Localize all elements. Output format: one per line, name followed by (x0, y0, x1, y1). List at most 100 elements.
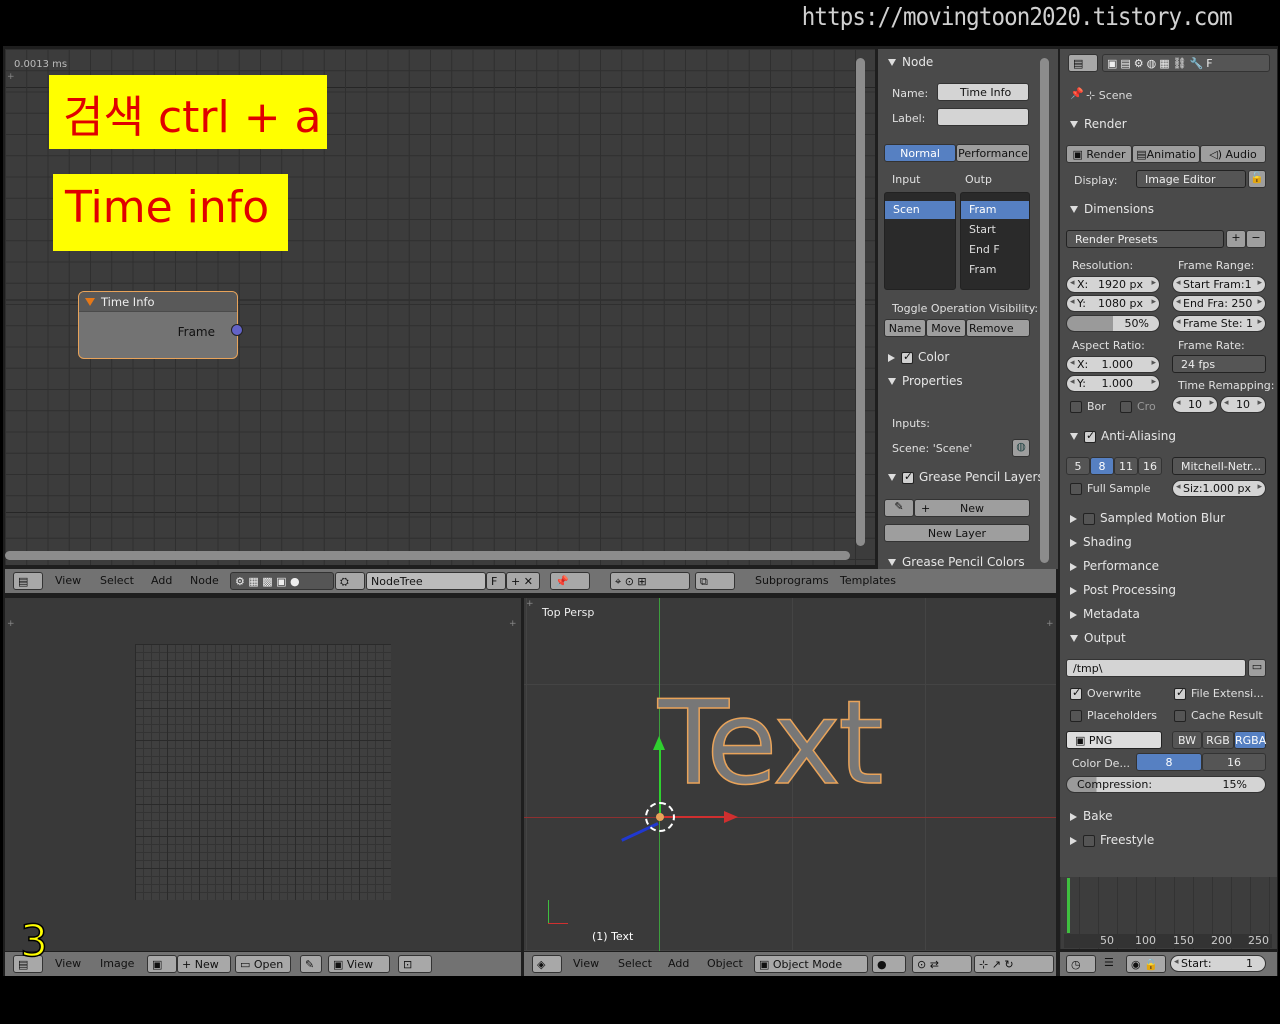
node-name-field[interactable]: Time Info (937, 83, 1029, 101)
image-browse-icon[interactable]: ▣ (147, 955, 177, 973)
node-header[interactable]: Time Info (79, 292, 237, 312)
editor-type-icon[interactable]: ▤ (1068, 54, 1098, 72)
aa-samples-8[interactable]: 8 (1090, 457, 1114, 475)
gizmo-x-arrowhead-icon[interactable] (724, 811, 738, 823)
menu-add[interactable]: Add (151, 574, 172, 587)
pivot-manipulator-icon[interactable]: ⊙ ⇄ (912, 955, 972, 973)
3d-viewport[interactable]: Top Persp Text (1) Text + + (524, 598, 1056, 951)
menu-image[interactable]: Image (100, 957, 134, 970)
display-dropdown[interactable]: Image Editor (1136, 170, 1246, 188)
frame-step-field[interactable]: ◂ Frame Ste: 1 ▸ (1172, 315, 1266, 332)
mode-normal-button[interactable]: Normal (884, 144, 956, 162)
area-corner-icon[interactable]: + (1046, 620, 1054, 629)
freestyle-panel-header[interactable]: Freestyle (1060, 833, 1220, 853)
node-label-field[interactable] (937, 108, 1029, 126)
open-image-button[interactable]: ▭ Open (235, 955, 291, 973)
anti-aliasing-panel-header[interactable]: Anti-Aliasing (1060, 429, 1220, 449)
shading-panel-header[interactable]: Shading (1060, 535, 1220, 555)
node-tree-name-field[interactable]: NodeTree (366, 572, 486, 590)
list-item[interactable]: Scen (885, 201, 955, 219)
render-audio-button[interactable]: ◁) Audio (1200, 145, 1266, 163)
tree-type-buttons[interactable]: ⚙ ▦ ▩ ▣ ● (230, 572, 334, 590)
area-corner-icon[interactable]: + (526, 600, 534, 609)
aspect-y-field[interactable]: ◂ Y: 1.000 ▸ (1066, 375, 1160, 392)
input-sockets-list[interactable]: Scen (884, 192, 956, 290)
aa-samples-5[interactable]: 5 (1066, 457, 1090, 475)
bake-panel-header[interactable]: Bake (1060, 809, 1220, 829)
cache-result-checkbox[interactable]: Cache Result (1174, 709, 1263, 722)
new-grease-button[interactable]: + New (914, 499, 1030, 517)
freestyle-checkbox[interactable] (1083, 834, 1095, 847)
list-item[interactable]: Start (961, 221, 996, 239)
node-tree-icon[interactable]: ⛭ (335, 572, 365, 590)
start-frame-field[interactable]: ◂ Start Fram:1 ▸ (1172, 276, 1266, 293)
time-info-node[interactable]: Time Info Frame (78, 291, 238, 359)
menu-subprograms[interactable]: Subprograms (755, 574, 829, 587)
menu-templates[interactable]: Templates (840, 574, 896, 587)
output-path-field[interactable]: /tmp\ (1066, 659, 1246, 677)
metadata-panel-header[interactable]: Metadata (1060, 607, 1220, 627)
menu-add[interactable]: Add (668, 957, 689, 970)
performance-panel-header[interactable]: Performance (1060, 559, 1220, 579)
resolution-percentage-slider[interactable]: 50% (1066, 315, 1160, 332)
folder-browse-icon[interactable]: ▭ (1248, 659, 1266, 677)
output-sockets-list[interactable]: Fram Start End F Fram (960, 192, 1030, 290)
list-item[interactable]: End F (961, 241, 1000, 259)
border-checkbox[interactable]: Bor (1070, 400, 1106, 413)
pin-icon[interactable]: ✎ (300, 955, 322, 973)
sidebar-scrollbar[interactable] (1040, 58, 1049, 563)
copy-paste-icon[interactable]: ⧉ (695, 572, 735, 590)
list-item[interactable]: Fram (961, 201, 1029, 219)
toggle-name-button[interactable]: Name (884, 319, 926, 337)
view-mode-dropdown[interactable]: ▣ View (328, 955, 390, 973)
frame-output-socket[interactable] (231, 324, 243, 336)
pin-icon[interactable]: 📌 (550, 572, 590, 590)
output-panel-header[interactable]: Output (1060, 631, 1220, 651)
render-presets-dropdown[interactable]: Render Presets (1066, 230, 1224, 248)
node-editor-vscrollbar[interactable] (856, 58, 865, 546)
area-corner-icon[interactable]: + (7, 620, 15, 629)
scene-globe-icon[interactable]: ◍ (1012, 439, 1030, 457)
mode-performance-button[interactable]: Performance (956, 144, 1030, 162)
render-button[interactable]: ▣ Render (1066, 145, 1132, 163)
mode-dropdown[interactable]: ▣ Object Mode (754, 955, 868, 973)
aa-size-field[interactable]: ◂ Siz:1.000 px ▸ (1172, 480, 1266, 497)
node-editor-hscrollbar[interactable] (5, 551, 850, 560)
add-preset-icon[interactable]: + (1226, 230, 1246, 248)
text-object[interactable]: Text (657, 685, 884, 803)
aspect-x-field[interactable]: ◂ X: 1.000 ▸ (1066, 356, 1160, 373)
menu-view[interactable]: View (573, 957, 599, 970)
motion-blur-checkbox[interactable] (1083, 512, 1095, 525)
properties-section-header[interactable]: Properties (878, 374, 1038, 394)
menu-select[interactable]: Select (618, 957, 652, 970)
color-checkbox[interactable] (901, 350, 913, 364)
file-format-dropdown[interactable]: ▣ PNG (1066, 731, 1162, 749)
node-section-header[interactable]: Node (878, 55, 1038, 75)
resolution-y-field[interactable]: ◂ Y: 1080 px ▸ (1066, 295, 1160, 312)
grease-pencil-layers-header[interactable]: Grease Pencil Layers (878, 470, 1048, 490)
area-corner-icon[interactable]: + (509, 620, 517, 629)
render-panel-header[interactable]: Render (1060, 117, 1220, 137)
area-corner-icon[interactable]: + (7, 73, 15, 82)
pivot-icon[interactable]: ⊡ (398, 955, 432, 973)
toggle-remove-button[interactable]: Remove (966, 319, 1030, 337)
resolution-x-field[interactable]: ◂ X: 1920 px ▸ (1066, 276, 1160, 293)
editor-type-icon[interactable]: ◈ (532, 955, 562, 973)
new-layer-button[interactable]: New Layer (884, 524, 1030, 542)
editor-type-icon[interactable]: ◷ (1066, 955, 1096, 973)
transform-manipulator-icon[interactable]: ⊹ ↗ ↻ (974, 955, 1054, 973)
crop-checkbox[interactable]: Cro (1120, 400, 1156, 413)
menu-object[interactable]: Object (707, 957, 743, 970)
pencil-icon[interactable]: ✎ (884, 499, 914, 517)
color-bw-button[interactable]: BW (1172, 731, 1202, 749)
color-rgb-button[interactable]: RGB (1202, 731, 1234, 749)
list-item[interactable]: Fram (961, 261, 997, 279)
image-editor-canvas[interactable]: + + (5, 598, 521, 951)
depth-16-button[interactable]: 16 (1202, 753, 1266, 771)
file-extensions-checkbox[interactable]: File Extensi... (1174, 686, 1264, 700)
current-frame-marker[interactable] (1067, 878, 1070, 933)
menu-view[interactable]: View (55, 957, 81, 970)
editor-type-icon[interactable]: ▤ (13, 572, 43, 590)
menu-node[interactable]: Node (190, 574, 219, 587)
collapse-triangle-icon[interactable] (85, 298, 95, 306)
